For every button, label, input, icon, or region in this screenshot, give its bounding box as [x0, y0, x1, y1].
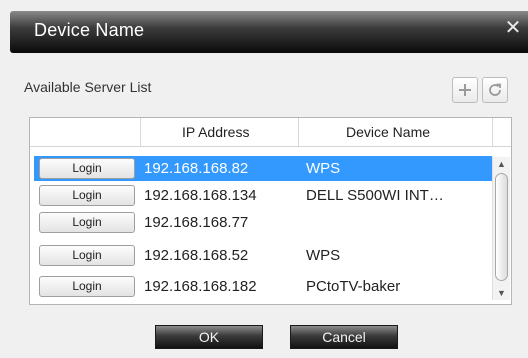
server-table: IP Address Device Name Login 192.168.168…	[29, 117, 512, 305]
plus-icon	[459, 84, 471, 96]
table-row[interactable]: Login 192.168.168.134 DELL S500WI INT…	[34, 183, 492, 208]
server-list-label: Available Server List	[24, 79, 152, 95]
device-name-cell: DELL S500WI INT…	[306, 187, 444, 204]
table-row[interactable]: Login 192.168.168.77	[34, 210, 492, 235]
close-icon[interactable]: ✕	[502, 17, 524, 39]
scrollbar-thumb[interactable]	[495, 173, 508, 281]
device-name-cell: WPS	[306, 247, 341, 264]
device-name-cell: PCtoTV-baker	[306, 278, 401, 295]
ip-address-cell: 192.168.168.134	[144, 187, 257, 204]
column-divider	[298, 118, 299, 146]
column-divider	[140, 118, 141, 146]
ok-button[interactable]: OK	[155, 325, 263, 349]
column-divider	[492, 118, 493, 146]
login-button[interactable]: Login	[39, 245, 135, 266]
refresh-button[interactable]	[482, 77, 508, 103]
cancel-button[interactable]: Cancel	[290, 325, 398, 349]
ip-address-cell: 192.168.168.52	[144, 247, 249, 264]
login-button[interactable]: Login	[39, 276, 135, 297]
device-name-cell: WPS	[306, 160, 341, 177]
table-row[interactable]: Login 192.168.168.82 WPS	[34, 156, 492, 181]
ip-address-cell: 192.168.168.82	[144, 160, 249, 177]
login-button[interactable]: Login	[39, 185, 135, 206]
login-button[interactable]: Login	[39, 158, 135, 179]
ip-address-cell: 192.168.168.182	[144, 278, 257, 295]
table-header: IP Address Device Name	[30, 118, 511, 147]
table-row[interactable]: Login 192.168.168.52 WPS	[34, 243, 492, 268]
login-button[interactable]: Login	[39, 212, 135, 233]
header-ip-address[interactable]: IP Address	[182, 124, 249, 140]
refresh-icon	[489, 83, 501, 96]
add-server-button[interactable]	[452, 77, 478, 103]
header-device-name[interactable]: Device Name	[346, 124, 430, 140]
dialog-title: Device Name	[34, 20, 145, 40]
ip-address-cell: 192.168.168.77	[144, 214, 249, 231]
scroll-up-icon[interactable]: ▲	[493, 157, 510, 171]
scroll-down-icon[interactable]: ▼	[493, 286, 510, 300]
vertical-scrollbar[interactable]: ▲ ▼	[492, 157, 510, 300]
table-row[interactable]: Login 192.168.168.182 PCtoTV-baker	[34, 274, 492, 299]
title-bar: Device Name ✕	[10, 11, 528, 53]
